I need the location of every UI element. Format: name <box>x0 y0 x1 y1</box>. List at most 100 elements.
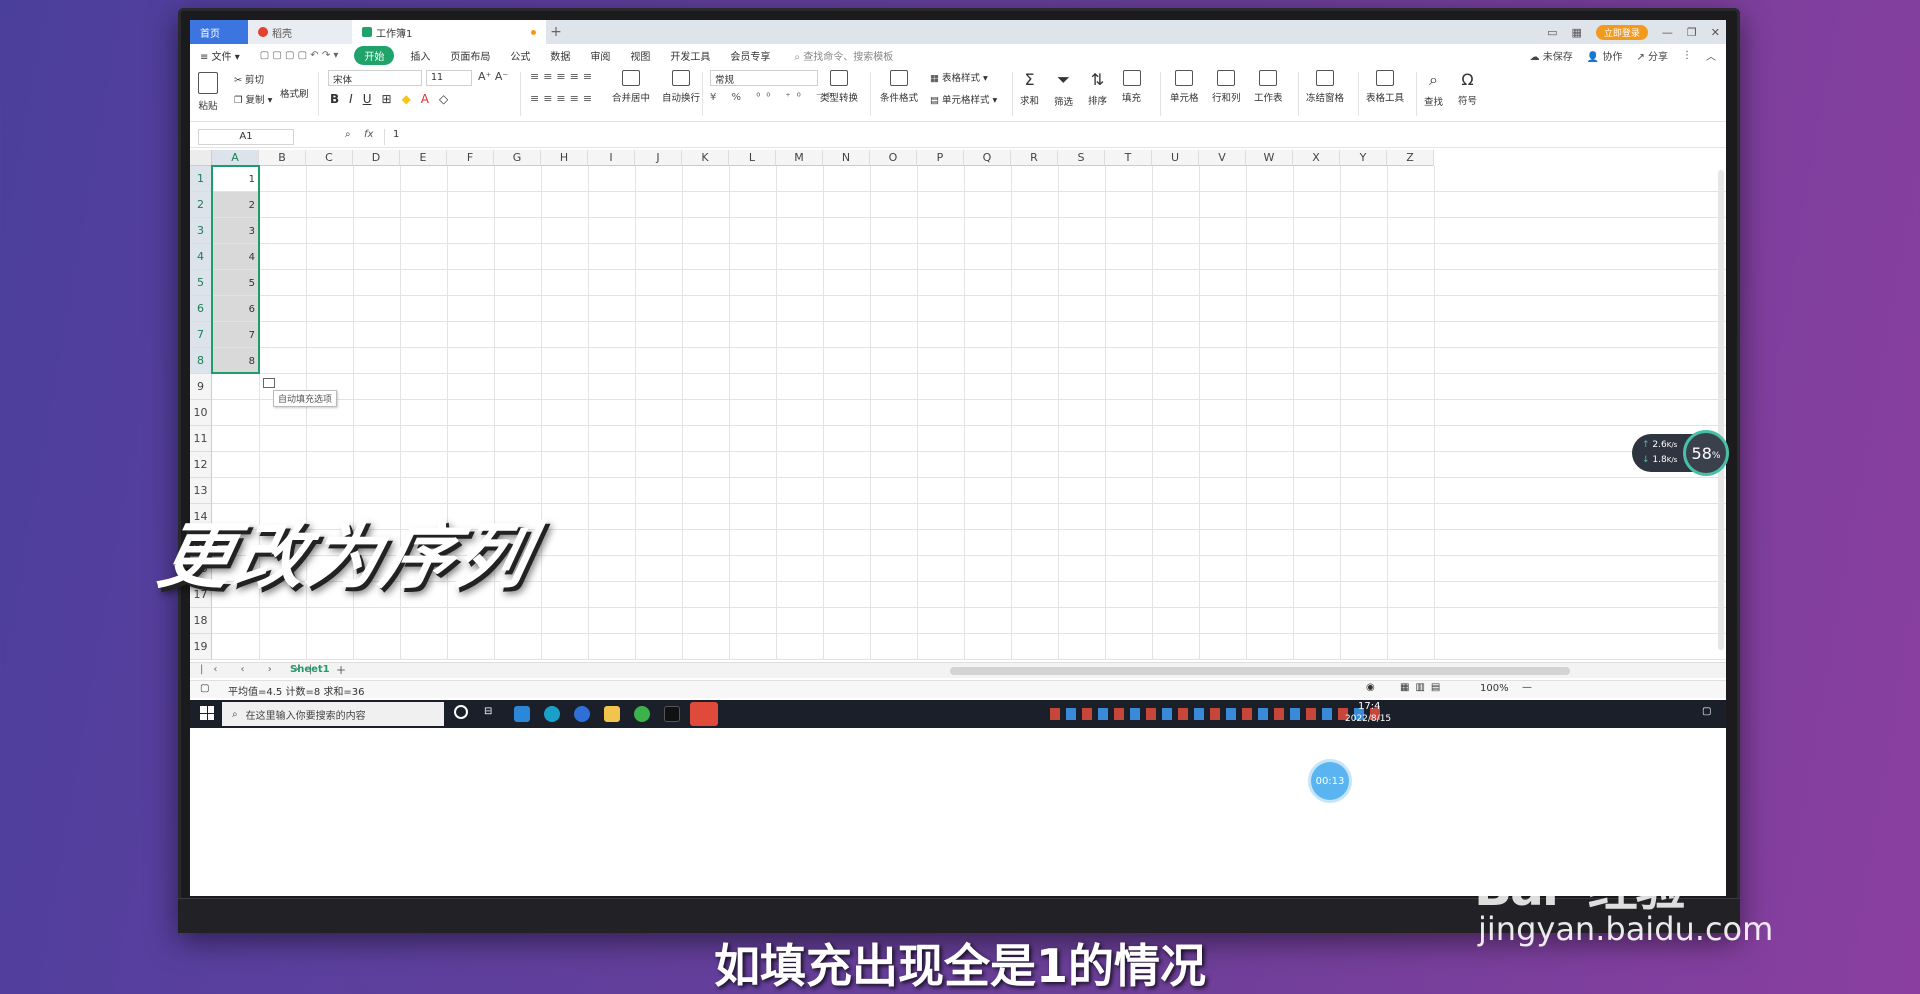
windows-start-icon[interactable] <box>200 706 214 720</box>
sort-button[interactable]: ⇅ 排序 <box>1088 70 1107 107</box>
cortana-icon[interactable] <box>454 705 468 719</box>
collapse-ribbon-icon[interactable]: ︿ <box>1706 48 1716 63</box>
eye-icon[interactable]: ◉ <box>1366 682 1375 693</box>
formula-input[interactable]: 1 <box>384 129 1714 145</box>
unsaved-status[interactable]: ☁ 未保存 <box>1530 48 1573 63</box>
border-icon[interactable]: ⊞ <box>382 92 392 106</box>
column-header-n[interactable]: N <box>823 150 870 166</box>
cell-button[interactable]: 单元格 <box>1170 70 1199 104</box>
copy-button[interactable]: ❐ 复制 ▾ <box>234 92 272 106</box>
conditional-format-button[interactable]: 条件格式 <box>880 70 918 104</box>
share-button[interactable]: ↗ 分享 <box>1636 48 1668 63</box>
add-sheet-button[interactable]: + <box>336 663 346 677</box>
column-header-f[interactable]: F <box>447 150 494 166</box>
menu-review[interactable]: 审阅 <box>580 48 620 63</box>
column-header-c[interactable]: C <box>306 150 353 166</box>
column-header-r[interactable]: R <box>1011 150 1058 166</box>
row-header-5[interactable]: 5 <box>190 270 212 296</box>
column-header-j[interactable]: J <box>635 150 682 166</box>
clock-date[interactable]: 2022/8/15 <box>1345 714 1391 724</box>
column-header-d[interactable]: D <box>353 150 400 166</box>
font-size-select[interactable]: 11 <box>426 70 472 86</box>
command-search[interactable]: ⌕ 查找命令、搜索模板 <box>794 48 893 63</box>
column-header-v[interactable]: V <box>1199 150 1246 166</box>
column-header-a[interactable]: A <box>212 150 259 166</box>
menu-data[interactable]: 数据 <box>540 48 580 63</box>
task-view-icon[interactable]: ⊟ <box>484 706 492 717</box>
row-header-18[interactable]: 18 <box>190 608 212 634</box>
browser-icon[interactable] <box>574 706 590 722</box>
row-header-7[interactable]: 7 <box>190 322 212 348</box>
apps-icon[interactable]: ▦ <box>1571 26 1581 39</box>
clock-time[interactable]: 17:4 <box>1358 701 1380 712</box>
sum-button[interactable]: Σ 求和 <box>1020 70 1039 107</box>
column-header-u[interactable]: U <box>1152 150 1199 166</box>
fill-color-icon[interactable]: ◆ <box>402 92 411 106</box>
symbol-button[interactable]: Ω 符号 <box>1458 70 1477 107</box>
row-header-2[interactable]: 2 <box>190 192 212 218</box>
minimize-icon[interactable]: — <box>1662 26 1673 39</box>
new-tab-button[interactable]: + <box>546 24 566 40</box>
menu-insert[interactable]: 插入 <box>400 48 440 63</box>
row-header-12[interactable]: 12 <box>190 452 212 478</box>
recording-timer[interactable]: 00:13 <box>1311 762 1349 800</box>
menu-page-layout[interactable]: 页面布局 <box>440 48 500 63</box>
vertical-scrollbar[interactable] <box>1718 170 1724 650</box>
menu-file[interactable]: ≡ 文件 ▾ <box>190 48 250 63</box>
macro-icon[interactable]: ▢ <box>200 683 209 694</box>
fx-icon[interactable]: fx <box>364 129 373 140</box>
italic-icon[interactable]: I <box>349 92 353 106</box>
selection-range-a1-a8[interactable] <box>211 165 260 374</box>
worksheet-button[interactable]: 工作表 <box>1254 70 1283 104</box>
column-header-t[interactable]: T <box>1105 150 1152 166</box>
column-header-l[interactable]: L <box>729 150 776 166</box>
column-header-h[interactable]: H <box>541 150 588 166</box>
horizontal-scrollbar[interactable] <box>950 667 1570 675</box>
font-style-icons[interactable]: B I U ⊞ ◆ A ◇ <box>330 92 448 106</box>
filter-button[interactable]: ⏷ 筛选 <box>1054 70 1073 108</box>
restore-icon[interactable]: ❐ <box>1687 26 1697 39</box>
freeze-panes-button[interactable]: 冻结窗格 <box>1306 70 1344 104</box>
align-icons-top[interactable]: ≡≡≡≡≡ <box>530 70 596 83</box>
column-header-e[interactable]: E <box>400 150 447 166</box>
number-format-select[interactable]: 常规 <box>710 70 818 86</box>
font-select[interactable]: 宋体 <box>328 70 422 86</box>
menu-start[interactable]: 开始 <box>354 45 395 65</box>
format-painter-button[interactable]: 格式刷 <box>280 86 309 100</box>
folder-icon[interactable] <box>604 706 620 722</box>
column-header-g[interactable]: G <box>494 150 541 166</box>
column-header-m[interactable]: M <box>776 150 823 166</box>
table-style-button[interactable]: ▦ 表格样式 ▾ <box>930 70 997 84</box>
menu-view[interactable]: 视图 <box>620 48 660 63</box>
column-header-p[interactable]: P <box>917 150 964 166</box>
merge-center-button[interactable]: 合并居中 <box>612 70 650 104</box>
usage-percent-circle[interactable]: 58% <box>1683 430 1729 476</box>
row-header-4[interactable]: 4 <box>190 244 212 270</box>
column-header-x[interactable]: X <box>1293 150 1340 166</box>
font-color-icon[interactable]: A <box>421 92 429 106</box>
column-header-y[interactable]: Y <box>1340 150 1387 166</box>
column-header-s[interactable]: S <box>1058 150 1105 166</box>
tiktok-icon[interactable] <box>664 706 680 722</box>
cut-button[interactable]: ✂ 剪切 <box>234 72 272 86</box>
row-header-11[interactable]: 11 <box>190 426 212 452</box>
collab-button[interactable]: 👤 协作 <box>1587 48 1623 63</box>
find-button[interactable]: ⌕ 查找 <box>1424 70 1443 108</box>
zoom-level[interactable]: 100% <box>1480 683 1509 694</box>
row-header-6[interactable]: 6 <box>190 296 212 322</box>
view-mode-icons[interactable]: ▦▥▤ <box>1400 682 1446 693</box>
name-box[interactable]: A1 <box>198 129 294 145</box>
row-col-button[interactable]: 行和列 <box>1212 70 1241 104</box>
row-header-10[interactable]: 10 <box>190 400 212 426</box>
more-icon[interactable]: ⋮ <box>1682 50 1692 61</box>
wps-icon[interactable] <box>690 702 718 726</box>
row-header-1[interactable]: 1 <box>190 166 212 192</box>
row-header-8[interactable]: 8 <box>190 348 212 374</box>
column-header-i[interactable]: I <box>588 150 635 166</box>
tray-icons[interactable] <box>1050 708 1380 720</box>
column-header-k[interactable]: K <box>682 150 729 166</box>
menu-member[interactable]: 会员专享 <box>720 48 780 63</box>
notification-icon[interactable]: ▢ <box>1702 706 1711 717</box>
auto-fill-options-icon[interactable] <box>263 378 275 388</box>
underline-icon[interactable]: U <box>363 92 372 106</box>
